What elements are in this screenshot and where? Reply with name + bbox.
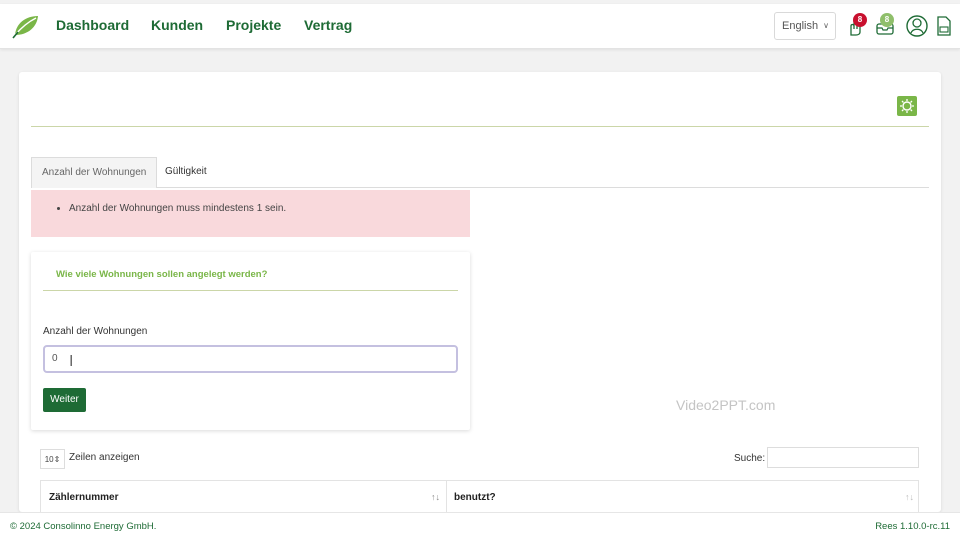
- column-header-benutzt[interactable]: benutzt?: [454, 492, 496, 503]
- messages-badge: 8: [880, 13, 894, 27]
- form-panel: Wie viele Wohnungen sollen angelegt werd…: [31, 252, 470, 430]
- language-value: English: [782, 20, 819, 32]
- document-icon: [937, 16, 951, 36]
- tab-anzahl-wohnungen[interactable]: Anzahl der Wohnungen: [31, 157, 158, 188]
- wohnungen-count-input[interactable]: 0 I: [43, 345, 458, 373]
- text-cursor-icon: I: [69, 353, 74, 370]
- footer: © 2024 Consolinno Energy GmbH. Rees 1.10…: [0, 512, 960, 541]
- nav-kunden[interactable]: Kunden: [151, 17, 203, 33]
- top-navbar: Dashboard Kunden Projekte Vertrag Englis…: [0, 4, 960, 49]
- search-label: Suche:: [734, 453, 766, 464]
- sort-desc-icon[interactable]: ↑↓: [431, 492, 440, 502]
- main-card: Anzahl der Wohnungen Gültigkeit Anzahl d…: [19, 72, 941, 513]
- user-circle-icon: [906, 15, 928, 37]
- column-header-zaehlernummer[interactable]: Zählernummer: [49, 492, 118, 503]
- sort-icon[interactable]: ↑↓: [905, 492, 914, 502]
- tab-gueltigkeit[interactable]: Gültigkeit: [155, 157, 217, 186]
- settings-button[interactable]: [897, 96, 917, 116]
- footer-version: Rees 1.10.0-rc.11: [875, 521, 950, 532]
- header-divider: [31, 126, 929, 127]
- chevron-down-icon: ∨: [823, 21, 829, 30]
- tab-bar: Anzahl der Wohnungen Gültigkeit: [31, 157, 929, 188]
- form-divider: [43, 290, 458, 291]
- leaf-logo-icon[interactable]: [12, 13, 40, 39]
- field-label: Anzahl der Wohnungen: [43, 326, 148, 337]
- page-length-value: 10: [44, 455, 54, 464]
- column-divider: [446, 481, 447, 513]
- gear-icon: [900, 99, 914, 113]
- search-input[interactable]: [767, 447, 919, 468]
- language-select[interactable]: English ∨: [774, 12, 836, 40]
- nav-projekte[interactable]: Projekte: [226, 17, 281, 33]
- error-alert: Anzahl der Wohnungen muss mindestens 1 s…: [31, 190, 470, 237]
- nav-vertrag[interactable]: Vertrag: [304, 17, 352, 33]
- messages-button[interactable]: 8: [875, 13, 897, 42]
- field-value: 0: [52, 353, 58, 364]
- page-length-select[interactable]: 10⇕: [40, 449, 65, 469]
- page-length-label: Zeilen anzeigen: [69, 452, 140, 463]
- sort-updown-icon: ⇕: [53, 455, 61, 464]
- weiter-button[interactable]: Weiter: [43, 388, 86, 412]
- document-button[interactable]: [936, 15, 952, 42]
- footer-copyright: © 2024 Consolinno Energy GmbH.: [10, 521, 157, 532]
- notifications-badge: 8: [853, 13, 867, 27]
- form-title: Wie viele Wohnungen sollen angelegt werd…: [56, 269, 268, 280]
- user-profile-button[interactable]: [906, 14, 928, 43]
- alert-message: Anzahl der Wohnungen muss mindestens 1 s…: [69, 203, 470, 214]
- table-header: Zählernummer ↑↓ benutzt? ↑↓: [40, 480, 919, 513]
- notifications-button[interactable]: 8: [846, 13, 867, 42]
- watermark: Video2PPT.com: [676, 397, 776, 413]
- nav-dashboard[interactable]: Dashboard: [56, 17, 129, 33]
